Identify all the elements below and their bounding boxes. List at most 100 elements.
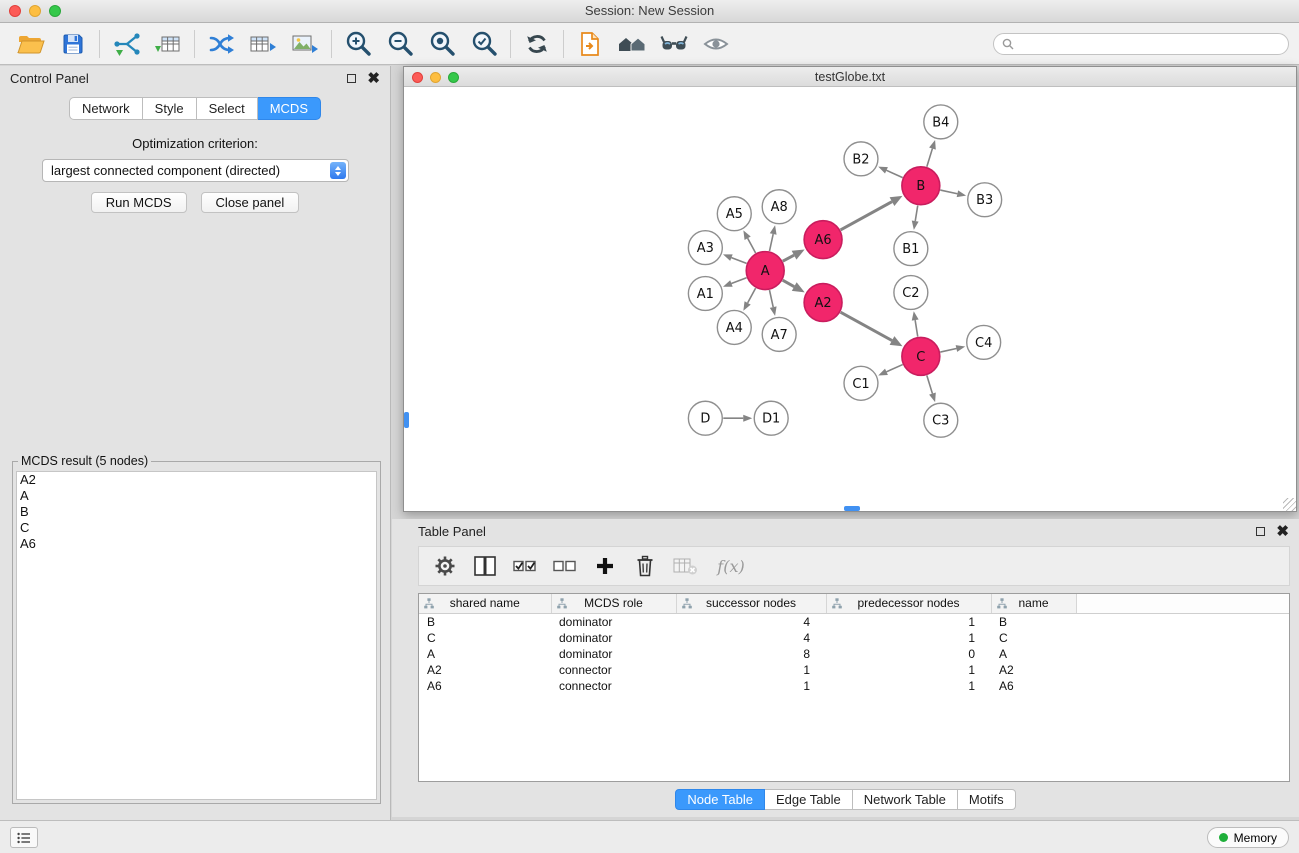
network-edge-A-A1[interactable] (723, 278, 747, 287)
network-edge-A-A7[interactable] (769, 290, 776, 316)
import-table-button[interactable] (147, 27, 189, 61)
close-panel-icon[interactable]: ✖ (367, 73, 380, 84)
tab-edge-table[interactable]: Edge Table (765, 789, 853, 810)
network-edge-C-C1[interactable] (878, 365, 902, 376)
tab-motifs[interactable]: Motifs (958, 789, 1016, 810)
network-edge-B-B3[interactable] (940, 190, 966, 197)
zoom-fit-button[interactable] (421, 27, 463, 61)
network-canvas[interactable]: B4B2BB3A5A8A6B1A3AA1C2A2A4A7C4CC1C3DD1 (404, 88, 1296, 511)
minimize-window-button[interactable] (29, 5, 41, 17)
network-node-C4[interactable]: C4 (967, 325, 1001, 359)
mcds-result-item[interactable]: A2 (17, 472, 376, 488)
close-panel-button[interactable]: Close panel (201, 192, 300, 213)
network-edge-A-A4[interactable] (743, 288, 755, 311)
network-node-C2[interactable]: C2 (894, 276, 928, 310)
delete-table-button[interactable] (669, 550, 701, 582)
table-row[interactable]: Adominator80A (419, 646, 1289, 662)
table-row[interactable]: Bdominator41B (419, 614, 1289, 630)
zoom-in-button[interactable] (337, 27, 379, 61)
show-hide-button[interactable] (695, 27, 737, 61)
add-row-button[interactable] (589, 550, 621, 582)
network-node-A1[interactable]: A1 (688, 277, 722, 311)
close-table-panel-icon[interactable]: ✖ (1276, 526, 1289, 537)
deselect-all-rows-button[interactable] (549, 550, 581, 582)
network-node-B4[interactable]: B4 (924, 105, 958, 139)
network-node-A2[interactable]: A2 (804, 284, 842, 322)
float-table-panel-icon[interactable] (1256, 527, 1265, 536)
save-session-button[interactable] (52, 27, 94, 61)
network-node-B2[interactable]: B2 (844, 142, 878, 176)
zoom-out-button[interactable] (379, 27, 421, 61)
network-node-B1[interactable]: B1 (894, 232, 928, 266)
network-canvas-area[interactable]: B4B2BB3A5A8A6B1A3AA1C2A2A4A7C4CC1C3DD1 (404, 88, 1296, 511)
column-header-MCDS-role[interactable]: MCDS role (551, 594, 676, 614)
export-table-button[interactable] (242, 27, 284, 61)
import-network-button[interactable] (105, 27, 147, 61)
open-file-button[interactable] (10, 27, 52, 61)
column-header-predecessor-nodes[interactable]: predecessor nodes (826, 594, 991, 614)
network-edge-A-A3[interactable] (723, 254, 747, 263)
annotations-button[interactable] (653, 27, 695, 61)
network-node-B3[interactable]: B3 (968, 183, 1002, 217)
mcds-result-item[interactable]: A (17, 488, 376, 504)
network-edge-B-B1[interactable] (912, 206, 919, 230)
tab-mcds[interactable]: MCDS (258, 97, 321, 120)
network-edge-D-D1[interactable] (723, 415, 752, 422)
zoom-window-button[interactable] (49, 5, 61, 17)
zoom-selected-button[interactable] (463, 27, 505, 61)
network-edge-A-A8[interactable] (769, 225, 776, 251)
network-window-titlebar[interactable]: testGlobe.txt (404, 67, 1296, 87)
resize-grip-icon[interactable] (1283, 498, 1296, 511)
zoom-network-window-button[interactable] (448, 72, 459, 83)
delete-row-button[interactable] (629, 550, 661, 582)
tab-style[interactable]: Style (143, 97, 197, 120)
select-all-rows-button[interactable] (509, 550, 541, 582)
network-node-C3[interactable]: C3 (924, 403, 958, 437)
tab-network-table[interactable]: Network Table (853, 789, 958, 810)
task-history-button[interactable] (10, 827, 38, 848)
run-mcds-button[interactable]: Run MCDS (91, 192, 187, 213)
export-document-button[interactable] (569, 27, 611, 61)
tab-network[interactable]: Network (69, 97, 143, 120)
network-edge-B-B2[interactable] (878, 167, 902, 178)
network-edge-B-B4[interactable] (927, 140, 936, 167)
export-image-button[interactable] (284, 27, 326, 61)
search-field[interactable] (993, 33, 1289, 55)
network-node-D1[interactable]: D1 (754, 401, 788, 435)
table-row[interactable]: A2connector11A2 (419, 662, 1289, 678)
network-node-A[interactable]: A (746, 252, 784, 290)
network-node-A8[interactable]: A8 (762, 190, 796, 224)
mcds-result-item[interactable]: A6 (17, 536, 376, 552)
network-edge-C-C3[interactable] (927, 375, 936, 402)
refresh-button[interactable] (516, 27, 558, 61)
mcds-result-item[interactable]: B (17, 504, 376, 520)
network-edge-A-A6[interactable] (783, 250, 805, 262)
column-header-successor-nodes[interactable]: successor nodes (676, 594, 826, 614)
network-node-A6[interactable]: A6 (804, 221, 842, 259)
table-settings-button[interactable] (429, 550, 461, 582)
memory-button[interactable]: Memory (1207, 827, 1289, 848)
column-header-name[interactable]: name (991, 594, 1076, 614)
criterion-dropdown[interactable]: largest connected component (directed) (42, 159, 349, 182)
network-edge-C-C4[interactable] (940, 345, 965, 352)
network-node-A7[interactable]: A7 (762, 317, 796, 351)
network-node-C1[interactable]: C1 (844, 366, 878, 400)
horizontal-scrollbar-thumb[interactable] (844, 506, 860, 511)
vertical-scrollbar-thumb[interactable] (404, 412, 409, 428)
network-edge-C-C2[interactable] (912, 311, 919, 336)
network-edge-A6-B[interactable] (841, 196, 903, 230)
network-node-A3[interactable]: A3 (688, 231, 722, 265)
search-input[interactable] (1019, 36, 1280, 52)
export-network-button[interactable] (200, 27, 242, 61)
home-button[interactable] (611, 27, 653, 61)
tab-select[interactable]: Select (197, 97, 258, 120)
tab-node-table[interactable]: Node Table (675, 789, 765, 810)
network-edge-A2-C[interactable] (841, 312, 903, 346)
close-window-button[interactable] (9, 5, 21, 17)
minimize-network-window-button[interactable] (430, 72, 441, 83)
network-node-B[interactable]: B (902, 167, 940, 205)
network-edge-A-A5[interactable] (743, 230, 755, 253)
table-row[interactable]: A6connector11A6 (419, 678, 1289, 694)
network-node-A4[interactable]: A4 (717, 310, 751, 344)
network-node-C[interactable]: C (902, 337, 940, 375)
